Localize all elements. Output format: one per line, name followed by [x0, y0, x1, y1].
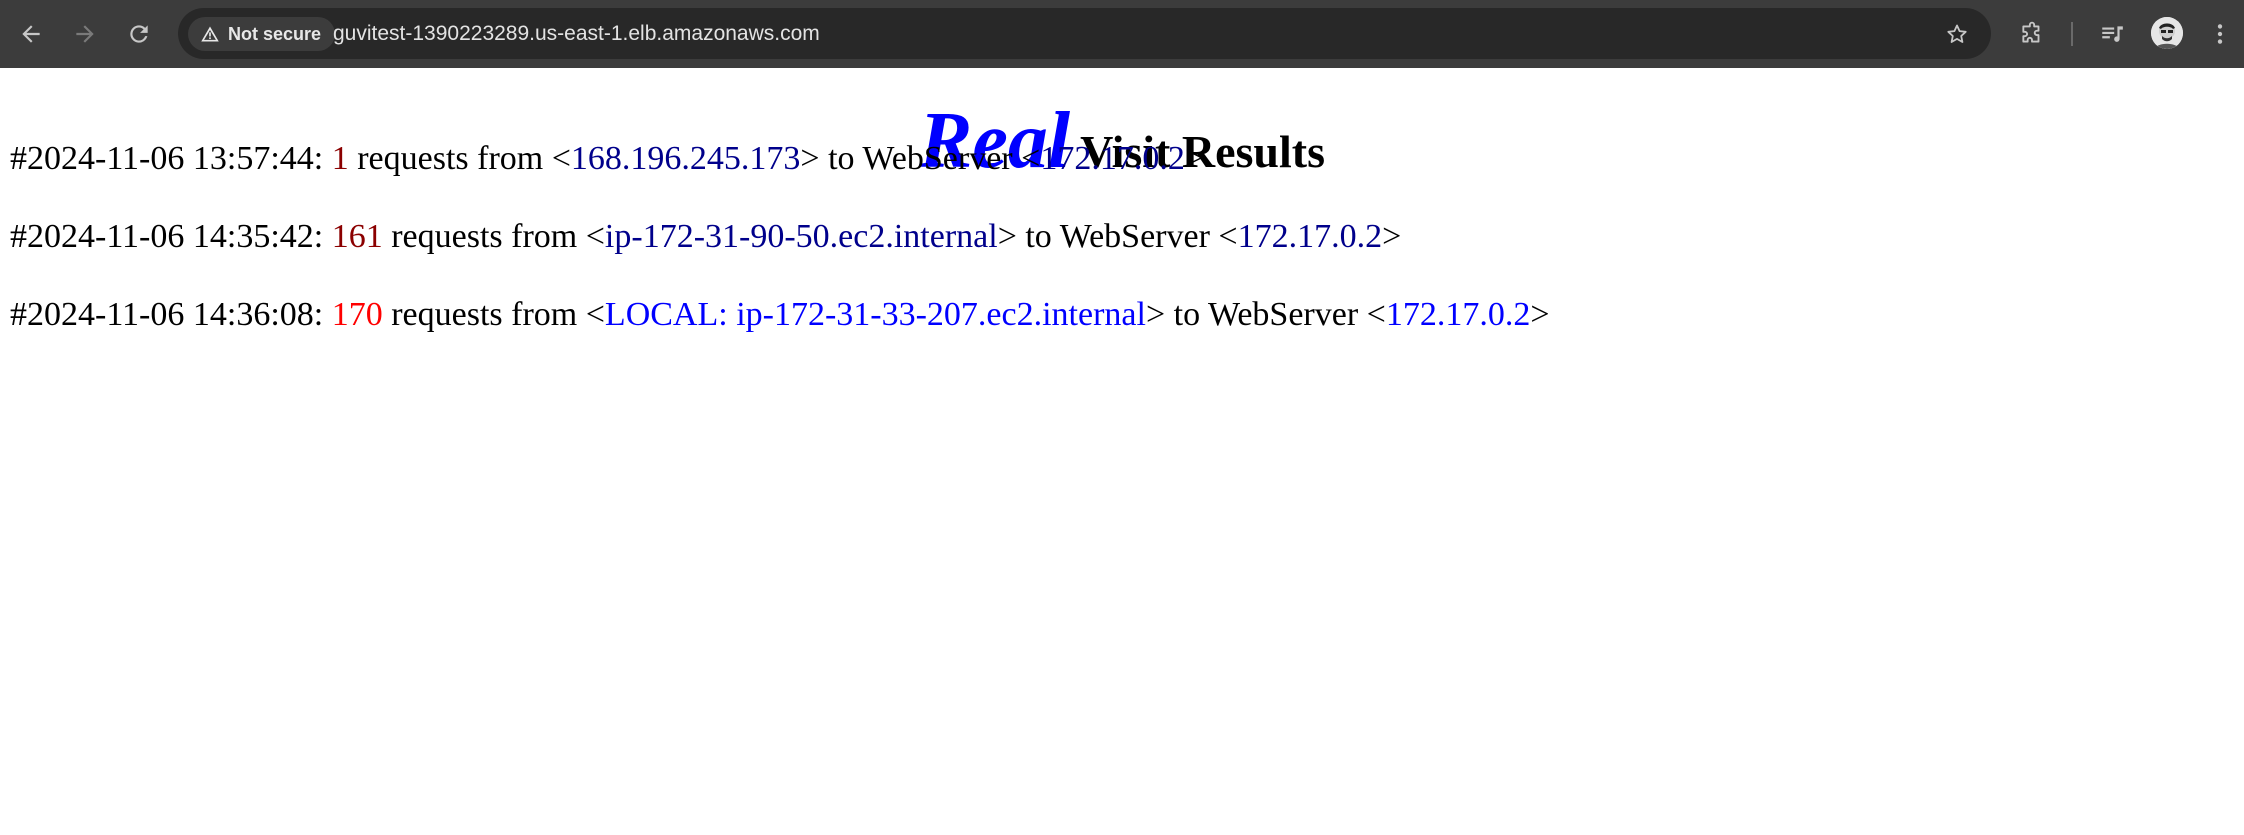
log-text: > to WebServer < — [1145, 296, 1386, 333]
browser-menu-button[interactable] — [2200, 14, 2240, 54]
arrow-right-icon — [76, 25, 94, 43]
log-text: requests from < — [382, 218, 605, 255]
toolbar-divider — [2071, 22, 2073, 46]
url-text[interactable]: guvitest-1390223289.us-east-1.elb.amazon… — [333, 8, 820, 59]
security-label: Not secure — [228, 23, 322, 44]
log-text: > to WebServer < — [800, 140, 1041, 177]
log-text: > — [1184, 140, 1204, 177]
avatar-icon — [2151, 17, 2183, 49]
bookmark-button[interactable] — [1941, 18, 1973, 50]
profile-avatar[interactable] — [2151, 17, 2183, 49]
log-text: > — [1382, 218, 1402, 255]
webserver-ip: 172.17.0.2 — [1040, 140, 1185, 177]
browser-toolbar: Not secure guvitest-1390223289.us-east-1… — [0, 0, 2244, 68]
forward-button[interactable] — [65, 14, 105, 54]
webserver-ip: 172.17.0.2 — [1237, 218, 1383, 255]
media-controls-button[interactable] — [2092, 14, 2132, 54]
back-button[interactable] — [11, 14, 51, 54]
source-host: ip-172-31-90-50.ec2.internal — [604, 218, 998, 255]
media-control-icon — [2102, 26, 2123, 42]
log-timestamp: #2024-11-06 14:35:42: — [10, 218, 332, 255]
puzzle-icon — [2022, 21, 2040, 43]
security-indicator[interactable]: Not secure — [188, 17, 336, 51]
source-host: LOCAL: ip-172-31-33-207.ec2.internal — [604, 296, 1146, 333]
request-count: 161 — [331, 218, 383, 255]
star-icon — [1947, 24, 1967, 43]
reload-icon — [130, 25, 148, 43]
source-host: 168.196.245.173 — [570, 140, 801, 177]
request-count: 170 — [331, 296, 383, 333]
log-text: > — [1530, 296, 1550, 333]
warning-triangle-icon — [201, 26, 219, 42]
log-text: requests from < — [348, 140, 571, 177]
log-entry: #2024-11-06 13:57:44: 1 requests from <1… — [10, 140, 1204, 178]
log-timestamp: #2024-11-06 13:57:44: — [10, 140, 332, 177]
log-timestamp: #2024-11-06 14:36:08: — [10, 296, 332, 333]
request-count: 1 — [331, 140, 349, 177]
log-entry: #2024-11-06 14:36:08: 170 requests from … — [10, 296, 1550, 334]
reload-button[interactable] — [119, 14, 159, 54]
extensions-button[interactable] — [2012, 14, 2052, 54]
log-text: > to WebServer < — [997, 218, 1238, 255]
arrow-left-icon — [22, 25, 40, 43]
webserver-ip: 172.17.0.2 — [1385, 296, 1531, 333]
log-entry: #2024-11-06 14:35:42: 161 requests from … — [10, 218, 1401, 256]
address-bar[interactable]: Not secure guvitest-1390223289.us-east-1… — [178, 8, 1991, 59]
kebab-menu-icon — [2217, 24, 2223, 44]
log-text: requests from < — [382, 296, 605, 333]
page-content: Real Visit Results #2024-11-06 13:57:44: … — [0, 68, 2244, 835]
